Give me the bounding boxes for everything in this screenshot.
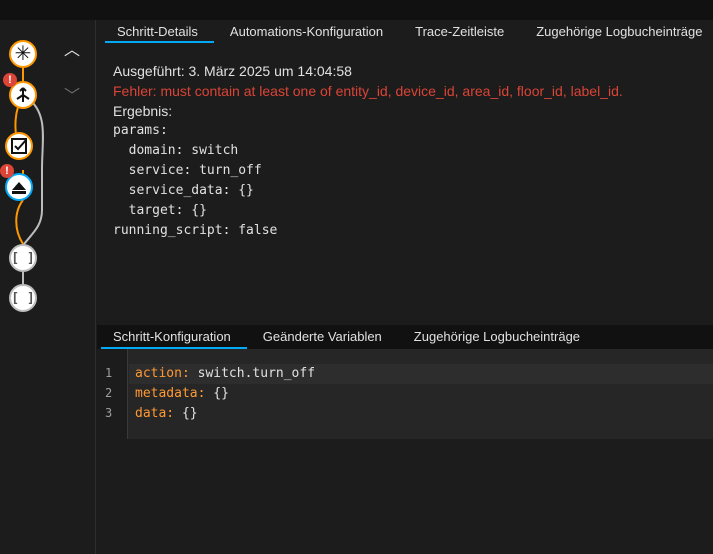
code-line[interactable]: action: switch.turn_off — [135, 366, 315, 381]
tab-logbook[interactable]: Zugehörige Logbucheinträge — [520, 21, 713, 43]
config-tabs: Schritt-Konfiguration Geänderte Variable… — [97, 325, 713, 349]
top-bar — [0, 0, 713, 20]
code-editor[interactable]: 1 2 3 action: switch.turn_off metadata: … — [97, 349, 713, 439]
error-badge: ! — [0, 164, 14, 178]
sequence-node[interactable]: [ ] — [9, 284, 37, 312]
sequence-node[interactable]: [ ] — [9, 244, 37, 272]
code-key: metadata: — [135, 386, 206, 401]
step-details: Ausgeführt: 3. März 2025 um 14:04:58 Feh… — [113, 61, 623, 241]
trigger-icon: ✳ — [14, 43, 32, 65]
main-panel: Schritt-Details Automations-Konfiguratio… — [97, 20, 713, 554]
code-key: action: — [135, 366, 190, 381]
line-number: 2 — [105, 386, 113, 400]
error-message: Fehler: must contain at least one of ent… — [113, 83, 623, 99]
error-badge: ! — [3, 73, 17, 87]
detail-tabs: Schritt-Details Automations-Konfiguratio… — [101, 21, 713, 43]
tab-trace-timeline[interactable]: Trace-Zeitleiste — [399, 21, 520, 43]
result-yaml: params: domain: switch service: turn_off… — [113, 123, 278, 238]
chevron-down-icon[interactable]: ﹀ — [64, 82, 80, 106]
sequence-icon: [ ] — [11, 290, 35, 306]
line-number: 3 — [105, 406, 113, 420]
result-label: Ergebnis: — [113, 103, 173, 119]
executed-time: Ausgeführt: 3. März 2025 um 14:04:58 — [113, 63, 352, 79]
code-value: switch.turn_off — [189, 366, 316, 381]
tab-step-details[interactable]: Schritt-Details — [101, 21, 214, 43]
code-line[interactable]: metadata: {} — [135, 386, 229, 401]
service-icon — [12, 182, 26, 194]
tab-step-config[interactable]: Schritt-Konfiguration — [97, 325, 247, 349]
chevron-up-icon[interactable]: ︿ — [64, 36, 80, 60]
trace-graph-panel: ✳ ! ! [ ] [ ] ︿ ﹀ — [0, 20, 96, 554]
condition-icon — [11, 138, 27, 154]
choose-icon — [16, 87, 30, 102]
sequence-icon: [ ] — [11, 250, 35, 266]
tab-automation-config[interactable]: Automations-Konfiguration — [214, 21, 399, 43]
tab-related-logbook[interactable]: Zugehörige Logbucheinträge — [398, 325, 596, 349]
code-value: {} — [174, 406, 198, 421]
code-line[interactable]: data: {} — [135, 406, 198, 421]
code-value: {} — [205, 386, 229, 401]
trigger-node[interactable]: ✳ — [9, 40, 37, 68]
tab-changed-variables[interactable]: Geänderte Variablen — [247, 325, 398, 349]
line-number: 1 — [105, 366, 113, 380]
code-key: data: — [135, 406, 175, 421]
condition-node[interactable] — [5, 132, 33, 160]
